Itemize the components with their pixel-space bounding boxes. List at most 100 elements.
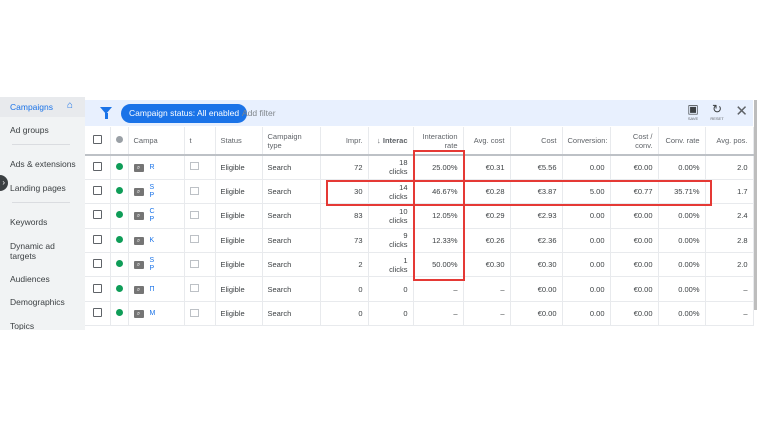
- highlight-row-2: [326, 180, 712, 206]
- interactions-cell: 10 clicks: [368, 203, 414, 229]
- search-campaign-icon: ⌕: [133, 285, 144, 294]
- row-checkbox[interactable]: [85, 276, 111, 302]
- row-checkbox[interactable]: [85, 252, 111, 278]
- status-dot: [110, 228, 129, 254]
- campaign-name-link[interactable]: П: [150, 286, 158, 294]
- save-button[interactable]: ▣ SAVE: [683, 103, 703, 122]
- col-cost[interactable]: Cost: [510, 127, 563, 156]
- image-placeholder-icon: [189, 210, 199, 219]
- sidebar-item-landing-pages[interactable]: Landing pages: [10, 183, 80, 193]
- avg-pos-cell: –: [705, 301, 754, 327]
- sidebar-item-campaigns[interactable]: Campaigns ⌂: [0, 97, 85, 117]
- conversions-cell: 0.00: [562, 155, 611, 180]
- sidebar-item-ad-groups[interactable]: Ad groups: [10, 125, 80, 135]
- col-campaign[interactable]: Campa: [128, 127, 185, 156]
- status-dot: [110, 203, 129, 229]
- col-campaign-type[interactable]: Campaign type: [262, 127, 321, 156]
- reset-icon: ↻: [711, 102, 723, 116]
- interactions-cell: 0: [368, 301, 414, 327]
- avg-cost-cell: €0.29: [463, 203, 511, 229]
- search-campaign-icon: ⌕: [133, 236, 144, 245]
- impr-cell: 2: [320, 252, 369, 278]
- campaign-status-filter-chip[interactable]: Campaign status: All enabled: [121, 104, 248, 123]
- status-cell: Eligible: [215, 301, 263, 327]
- avg-cost-cell: –: [463, 301, 511, 327]
- col-conversions[interactable]: Conversion:: [562, 127, 611, 156]
- image-placeholder-icon: [189, 235, 199, 244]
- impr-cell: 0: [320, 276, 369, 302]
- cost-per-conv-cell: €0.00: [610, 301, 659, 327]
- highlight-interaction-rate: [413, 150, 465, 281]
- sidebar: Campaigns ⌂ Ad groups Ads & extensions La…: [0, 97, 85, 330]
- row-checkbox[interactable]: [85, 228, 111, 254]
- sidebar-item-demographics[interactable]: Demographics: [10, 297, 80, 307]
- row-checkbox[interactable]: [85, 203, 111, 229]
- conv-rate-cell: 0.00%: [658, 203, 706, 229]
- interactions-value: 9: [403, 231, 408, 241]
- cost-per-conv-cell: €0.00: [610, 203, 659, 229]
- col-avg-pos[interactable]: Avg. pos.: [705, 127, 754, 156]
- image-cell: [184, 301, 216, 327]
- impr-cell: 83: [320, 203, 369, 229]
- table-row: ⌕ M Eligible Search 0 0 – – €0.00 0.00 €0…: [85, 301, 754, 327]
- sidebar-item-topics[interactable]: Topics: [10, 321, 80, 330]
- interaction-rate-cell: –: [413, 301, 464, 327]
- campaign-name-link[interactable]: S P: [150, 184, 158, 200]
- image-cell: [184, 228, 216, 254]
- row-checkbox[interactable]: [85, 155, 111, 180]
- sidebar-item-dynamic-ad-targets[interactable]: Dynamic ad targets: [10, 241, 60, 261]
- avg-pos-cell: 2.4: [705, 203, 754, 229]
- row-checkbox[interactable]: [85, 301, 111, 327]
- col-interactions-label: Interac: [382, 136, 408, 145]
- cost-cell: €2.36: [510, 228, 563, 254]
- add-filter-button[interactable]: Add filter: [242, 104, 276, 123]
- scrollbar[interactable]: [754, 100, 757, 310]
- campaign-cell: ⌕ S P: [128, 179, 185, 205]
- image-cell: [184, 155, 216, 180]
- campaign-cell: ⌕ K: [128, 228, 185, 254]
- interactions-value: 1: [403, 255, 408, 265]
- col-t[interactable]: t: [184, 127, 216, 156]
- reset-button[interactable]: ↻ RESET: [707, 102, 727, 122]
- sidebar-item-keywords[interactable]: Keywords: [10, 217, 80, 227]
- status-dot: [110, 179, 129, 205]
- filter-icon[interactable]: [100, 107, 112, 119]
- avg-cost-cell: €0.30: [463, 252, 511, 278]
- interactions-cell: 18 clicks: [368, 155, 414, 180]
- campaign-cell: ⌕ S P: [128, 252, 185, 278]
- col-interactions[interactable]: ↓ Interac: [368, 127, 414, 156]
- status-dot: [110, 276, 129, 302]
- campaign-cell: ⌕ M: [128, 301, 185, 327]
- cost-cell: €2.93: [510, 203, 563, 229]
- image-cell: [184, 252, 216, 278]
- campaign-cell: ⌕ C P: [128, 203, 185, 229]
- avg-cost-cell: –: [463, 276, 511, 302]
- conv-rate-cell: 0.00%: [658, 301, 706, 327]
- row-checkbox[interactable]: [85, 179, 111, 205]
- sidebar-item-ads-extensions[interactable]: Ads & extensions: [10, 159, 80, 169]
- campaign-name-link[interactable]: M: [150, 310, 158, 318]
- col-status[interactable]: Status: [215, 127, 263, 156]
- sidebar-item-label: Campaigns: [10, 102, 53, 112]
- campaign-name-link[interactable]: R: [150, 164, 158, 172]
- cost-per-conv-cell: €0.00: [610, 228, 659, 254]
- col-avg-cost[interactable]: Avg. cost: [463, 127, 511, 156]
- col-cost-per-conv[interactable]: Cost / conv.: [610, 127, 659, 156]
- save-label: SAVE: [687, 116, 699, 121]
- select-all-checkbox[interactable]: [85, 127, 111, 156]
- image-cell: [184, 203, 216, 229]
- close-icon[interactable]: ✕: [735, 104, 748, 120]
- sidebar-item-audiences[interactable]: Audiences: [10, 274, 80, 284]
- avg-pos-cell: 2.8: [705, 228, 754, 254]
- campaign-name-link[interactable]: C P: [150, 208, 158, 224]
- type-cell: Search: [262, 203, 321, 229]
- conversions-cell: 0.00: [562, 228, 611, 254]
- col-impr[interactable]: Impr.: [320, 127, 369, 156]
- divider: [12, 144, 70, 145]
- search-campaign-icon: ⌕: [133, 310, 144, 319]
- campaign-name-link[interactable]: S P: [150, 257, 158, 273]
- interactions-unit: clicks: [389, 240, 408, 250]
- campaign-name-link[interactable]: K: [150, 237, 158, 245]
- col-conv-rate[interactable]: Conv. rate: [658, 127, 706, 156]
- impr-cell: 72: [320, 155, 369, 180]
